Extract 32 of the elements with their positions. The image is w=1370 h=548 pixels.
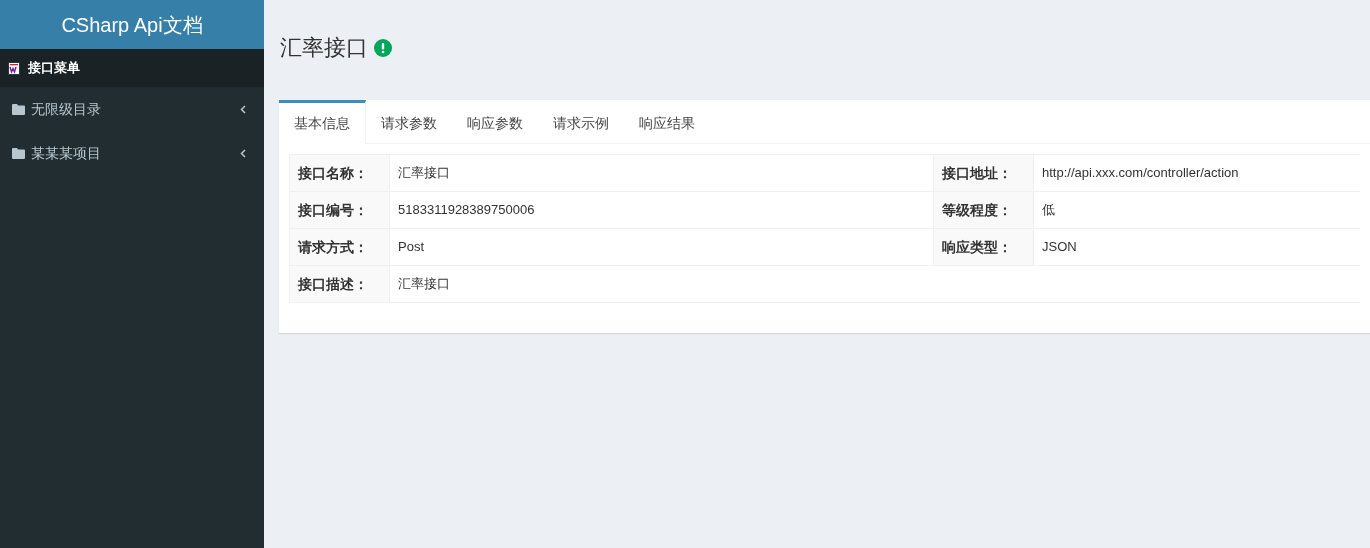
nav-item-label: 某某某项目 <box>31 143 102 163</box>
field-label: 接口名称： <box>290 155 390 192</box>
tab[interactable]: 响应结果 <box>624 100 710 144</box>
page-title: 汇率接口 <box>280 33 368 62</box>
field-value: Post <box>390 229 934 266</box>
field-label: 响应类型： <box>934 229 1034 266</box>
field-label: 请求方式： <box>290 229 390 266</box>
nav-item[interactable]: 无限级目录 <box>0 87 264 131</box>
field-value: 汇率接口 <box>390 155 934 192</box>
folder-icon <box>12 147 25 159</box>
field-label: 接口描述： <box>290 266 390 303</box>
chevron-icon <box>240 104 246 114</box>
folder-icon <box>12 103 25 115</box>
nav-item-label: 无限级目录 <box>31 99 102 119</box>
field-label: 接口地址： <box>934 155 1034 192</box>
field-value: 汇率接口 <box>390 266 1360 303</box>
tab[interactable]: 请求参数 <box>366 100 452 144</box>
nav-item[interactable]: 某某某项目 <box>0 131 264 175</box>
brand-title[interactable]: CSharp Api文档 <box>0 0 264 49</box>
tab[interactable]: 响应参数 <box>452 100 538 144</box>
chevron-icon <box>240 148 246 158</box>
field-value: http://api.xxx.com/controller/action <box>1034 155 1360 192</box>
field-label: 接口编号： <box>290 192 390 229</box>
tab[interactable]: 基本信息 <box>279 100 366 144</box>
document-icon <box>8 61 20 75</box>
menu-header-label: 接口菜单 <box>28 59 80 78</box>
field-value: JSON <box>1034 229 1360 266</box>
tab[interactable]: 请求示例 <box>538 100 624 144</box>
field-label: 等级程度： <box>934 192 1034 229</box>
field-value: 低 <box>1034 192 1360 229</box>
field-value: 5183311928389750006 <box>390 192 934 229</box>
alert-icon <box>374 39 392 57</box>
